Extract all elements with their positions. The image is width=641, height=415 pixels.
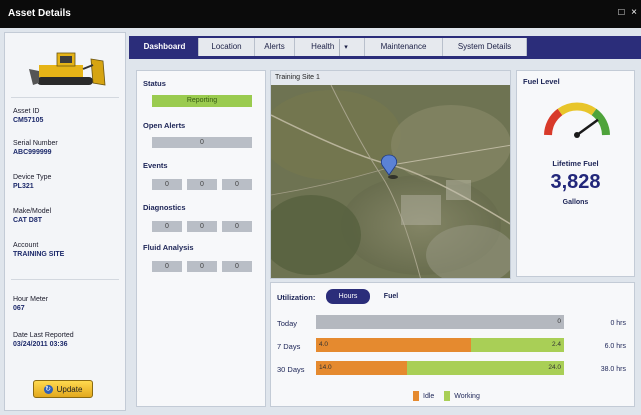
field-date-last-reported: Date Last Reported 03/24/2011 03:36 <box>13 332 74 348</box>
update-button[interactable]: ↻ Update <box>33 380 93 398</box>
legend-working-swatch <box>444 391 451 401</box>
fluid-count-1[interactable]: 0 <box>152 261 182 272</box>
utilization-bar-today: 0 <box>316 315 564 329</box>
diagnostics-heading: Diagnostics <box>143 203 186 212</box>
window-title: Asset Details <box>8 8 71 19</box>
fuel-panel: Fuel Level Lifetime Fuel 3,828 Gallons <box>516 70 635 277</box>
status-heading: Status <box>143 79 166 88</box>
segment-today-empty: 0 <box>316 315 564 329</box>
fuel-level-heading: Fuel Level <box>523 77 560 86</box>
diagnostics-count-2[interactable]: 0 <box>187 221 217 232</box>
map-title: Training Site 1 <box>271 71 510 85</box>
title-bar: Asset Details □ × <box>0 0 641 28</box>
utilization-legend: Idle Working <box>413 391 480 401</box>
events-count-3[interactable]: 0 <box>222 179 252 190</box>
row-label-today: Today <box>277 319 298 328</box>
legend-working-label: Working <box>454 392 480 400</box>
tab-alerts[interactable]: Alerts <box>255 38 295 56</box>
field-device-type: Device Type PL321 <box>13 174 52 190</box>
tab-dashboard[interactable]: Dashboard <box>131 38 199 56</box>
row-total-today: 0 hrs <box>610 320 626 327</box>
tab-health[interactable]: Health ▾ <box>295 38 365 57</box>
open-alerts-heading: Open Alerts <box>143 121 186 130</box>
open-alerts-count[interactable]: 0 <box>152 137 252 148</box>
field-asset-id: Asset ID CM57105 <box>13 108 44 124</box>
gauge-needle <box>576 118 599 137</box>
row-total-7-days: 6.0 hrs <box>604 343 626 350</box>
field-account: Account TRAINING SITE <box>13 242 65 258</box>
events-heading: Events <box>143 161 168 170</box>
row-label-7-days: 7 Days <box>277 342 301 351</box>
tab-maintenance[interactable]: Maintenance <box>365 38 443 56</box>
tab-location[interactable]: Location <box>199 38 255 56</box>
asset-info-panel: Asset ID CM57105 Serial Number ABC999999 D… <box>4 32 126 411</box>
hours-toggle-button[interactable]: Hours <box>326 289 370 304</box>
row-total-30-days: 38.0 hrs <box>600 366 626 373</box>
legend-idle-label: Idle <box>423 392 435 400</box>
satellite-map[interactable] <box>271 85 511 279</box>
field-serial-number: Serial Number ABC999999 <box>13 140 58 156</box>
field-hour-meter: Hour Meter 067 <box>13 296 49 312</box>
field-make-model: Make/Model CAT D8T <box>13 208 52 224</box>
refresh-icon: ↻ <box>43 384 53 394</box>
bulldozer-image <box>29 52 106 86</box>
utilization-bar-30-days: 14.0 24.0 <box>316 361 564 375</box>
status-panel: Status Reporting Open Alerts 0 Events 0 … <box>136 70 266 407</box>
fuel-gauge <box>544 102 610 138</box>
lifetime-fuel-unit: Gallons <box>562 199 589 206</box>
segment-30-days-working: 24.0 <box>407 361 564 375</box>
utilization-bar-7-days: 4.0 2.4 <box>316 338 564 352</box>
events-count-1[interactable]: 0 <box>152 179 182 190</box>
tab-system-details[interactable]: System Details <box>443 38 527 56</box>
tab-bar: Dashboard Location Alerts Health ▾ Mainte… <box>129 36 641 57</box>
update-button-label: Update <box>56 384 83 394</box>
chevron-down-icon[interactable]: ▾ <box>339 39 348 57</box>
status-badge: Reporting <box>152 95 252 107</box>
asset-details-window: Asset Details □ × Asset ID CM57105 Serial… <box>0 0 641 415</box>
fluid-count-2[interactable]: 0 <box>187 261 217 272</box>
close-icon[interactable]: × <box>631 7 637 18</box>
segment-7-days-idle: 4.0 <box>316 338 471 352</box>
tab-underline <box>129 56 641 59</box>
utilization-heading: Utilization: <box>277 293 316 302</box>
diagnostics-count-3[interactable]: 0 <box>222 221 252 232</box>
fluid-analysis-heading: Fluid Analysis <box>143 243 194 252</box>
row-label-30-days: 30 Days <box>277 365 305 374</box>
utilization-panel: Utilization: Hours Fuel Today 0 0 hrs 7 … <box>270 282 635 407</box>
lifetime-fuel-value: 3,828 <box>550 171 601 193</box>
maximize-icon[interactable]: □ <box>618 7 624 18</box>
tab-health-label: Health <box>311 42 335 51</box>
diagnostics-count-1[interactable]: 0 <box>152 221 182 232</box>
fuel-toggle-button[interactable]: Fuel <box>376 289 406 304</box>
events-count-2[interactable]: 0 <box>187 179 217 190</box>
legend-idle-swatch <box>413 391 419 401</box>
segment-30-days-idle: 14.0 <box>316 361 407 375</box>
map-panel: Training Site 1 <box>270 70 511 279</box>
fluid-count-3[interactable]: 0 <box>222 261 252 272</box>
lifetime-fuel-label: Lifetime Fuel <box>552 159 599 168</box>
segment-7-days-working: 2.4 <box>471 338 564 352</box>
